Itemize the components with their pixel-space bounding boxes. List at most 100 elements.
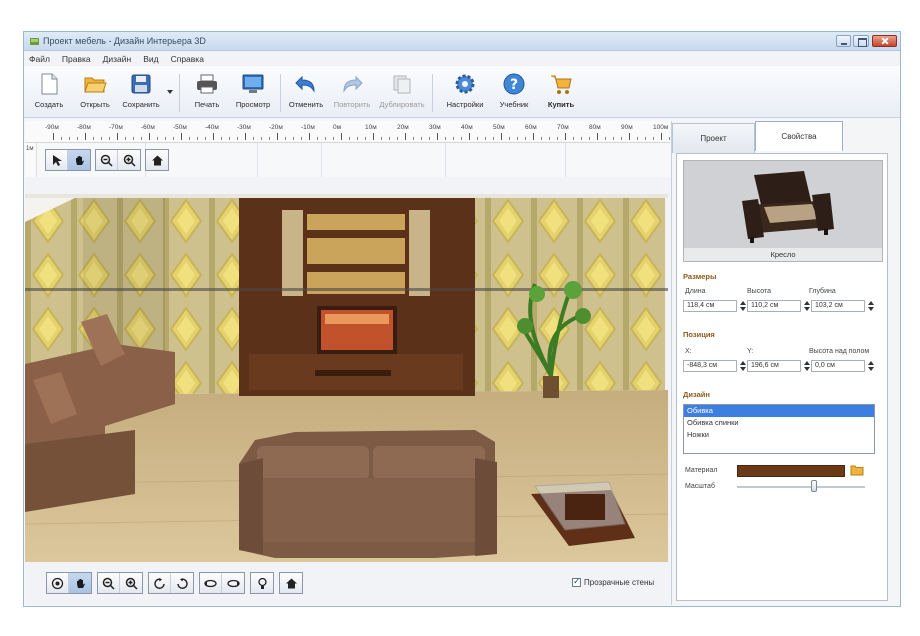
elevation-stepper-arrows[interactable] [867,360,875,372]
height-input[interactable]: 110,2 см [747,300,801,312]
design-parts-list[interactable]: Обивка Обивка спинки Ножки [683,404,875,454]
minimize-button[interactable] [836,35,851,47]
ruler-tick-label: 60м [525,124,537,131]
list-item[interactable]: Ножки [684,429,874,441]
list-item[interactable]: Обивка [684,405,874,417]
ruler-minor-tick [301,137,302,140]
preview-button[interactable]: Просмотр [230,72,276,116]
3d-zoom-in-button[interactable] [120,573,142,593]
duplicate-button[interactable]: Дублировать [379,72,425,116]
new-button[interactable]: Создать [26,72,72,116]
tab-project[interactable]: Проект [672,123,755,153]
menu-file[interactable]: Файл [29,54,50,64]
ruler-tick [277,133,278,140]
app-window: Проект мебель - Дизайн Интерьера 3D Файл… [23,31,901,607]
tutorial-button[interactable]: ? Учебник [491,72,537,116]
x-label: X: [685,348,692,355]
depth-stepper-arrows[interactable] [867,300,875,312]
texture-scale-slider-thumb[interactable] [810,480,817,492]
rotate-right-button[interactable] [171,573,193,593]
ruler-minor-tick [333,137,334,140]
window-title: Проект мебель - Дизайн Интерьера 3D [43,36,206,46]
menu-help[interactable]: Справка [171,54,204,64]
camera-tools-group [46,572,92,594]
plan-view-strip[interactable]: 1м [25,143,670,177]
print-label: Печать [194,100,220,109]
ruler-tick [405,133,406,140]
texture-scale-slider-track[interactable] [737,486,865,488]
orbit-right-button[interactable] [222,573,244,593]
length-spinner[interactable]: 118,4 см [683,300,747,312]
elevation-input[interactable]: 0,0 см [811,360,865,372]
elevation-spinner[interactable]: 0,0 см [811,360,875,372]
y-stepper-arrows[interactable] [803,360,811,372]
3d-home-button[interactable] [280,573,302,593]
menu-design[interactable]: Дизайн [103,54,132,64]
tab-properties[interactable]: Свойства [755,121,843,151]
ruler-minor-tick [509,137,510,140]
3d-room-viewport[interactable] [25,194,668,562]
settings-button[interactable]: Настройки [442,72,488,116]
home-view-button[interactable] [146,150,168,170]
y-input[interactable]: 196,6 см [747,360,801,372]
y-spinner[interactable]: 196,6 см [747,360,811,372]
menu-edit[interactable]: Правка [62,54,91,64]
ruler-minor-tick [141,137,142,140]
app-logo-icon [30,38,39,45]
undo-button[interactable]: Отменить [283,72,329,116]
main-toolbar: Создать Открыть Сохранить Печать Просмот… [24,66,900,118]
orbit-left-button[interactable] [200,573,222,593]
length-input[interactable]: 118,4 см [683,300,737,312]
x-input[interactable]: -848,3 см [683,360,737,372]
menu-view[interactable]: Вид [143,54,158,64]
select-tool-button[interactable] [46,150,68,170]
3d-pan-button[interactable] [69,573,91,593]
monitor-icon [242,74,264,93]
redo-button[interactable]: Повторить [329,72,375,116]
length-label: Длина [685,288,706,295]
grid-line [321,143,322,177]
ruler-minor-tick [325,137,326,140]
ruler-minor-tick [285,137,286,140]
ruler-minor-tick [461,137,462,140]
print-button[interactable]: Печать [184,72,230,116]
ruler-minor-tick [269,137,270,140]
light-button[interactable] [251,573,273,593]
maximize-button[interactable] [853,35,869,47]
3d-zoom-out-button[interactable] [98,573,120,593]
height-stepper-arrows[interactable] [803,300,811,312]
transparent-walls-checkbox[interactable] [572,576,581,587]
pan-tool-button[interactable] [68,150,90,170]
open-button[interactable]: Открыть [72,72,118,116]
ruler-tick-label: 20м [397,124,409,131]
ruler-minor-tick [581,137,582,140]
transparent-walls-toggle[interactable]: Прозрачные стены [572,576,654,587]
folder-open-icon[interactable] [850,464,864,476]
ruler-tick [501,133,502,140]
ruler-minor-tick [557,137,558,140]
ruler-tick-label: -10м [301,124,315,131]
height-spinner[interactable]: 110,2 см [747,300,811,312]
ruler-tick [533,133,534,140]
depth-input[interactable]: 103,2 см [811,300,865,312]
3d-tool-groups [46,572,303,594]
depth-spinner[interactable]: 103,2 см [811,300,875,312]
save-button[interactable]: Сохранить [118,72,164,116]
material-color-swatch[interactable] [737,465,845,477]
zoom-out-button[interactable] [96,150,118,170]
close-button[interactable] [872,35,897,47]
x-stepper-arrows[interactable] [739,360,747,372]
rotate-left-button[interactable] [149,573,171,593]
x-spinner[interactable]: -848,3 см [683,360,747,372]
save-dropdown-arrow[interactable] [167,90,173,94]
length-stepper-arrows[interactable] [739,300,747,312]
zoom-in-button[interactable] [118,150,140,170]
ruler-minor-tick [613,137,614,140]
ruler-minor-tick [77,137,78,140]
properties-sidebar: Проект Свойства Кресло Размеры Длина Выс… [671,121,900,605]
camera-button[interactable] [47,573,69,593]
buy-button[interactable]: Купить [538,72,584,116]
ruler-tick [597,133,598,140]
list-item[interactable]: Обивка спинки [684,417,874,429]
object-preview: Кресло [683,160,883,262]
